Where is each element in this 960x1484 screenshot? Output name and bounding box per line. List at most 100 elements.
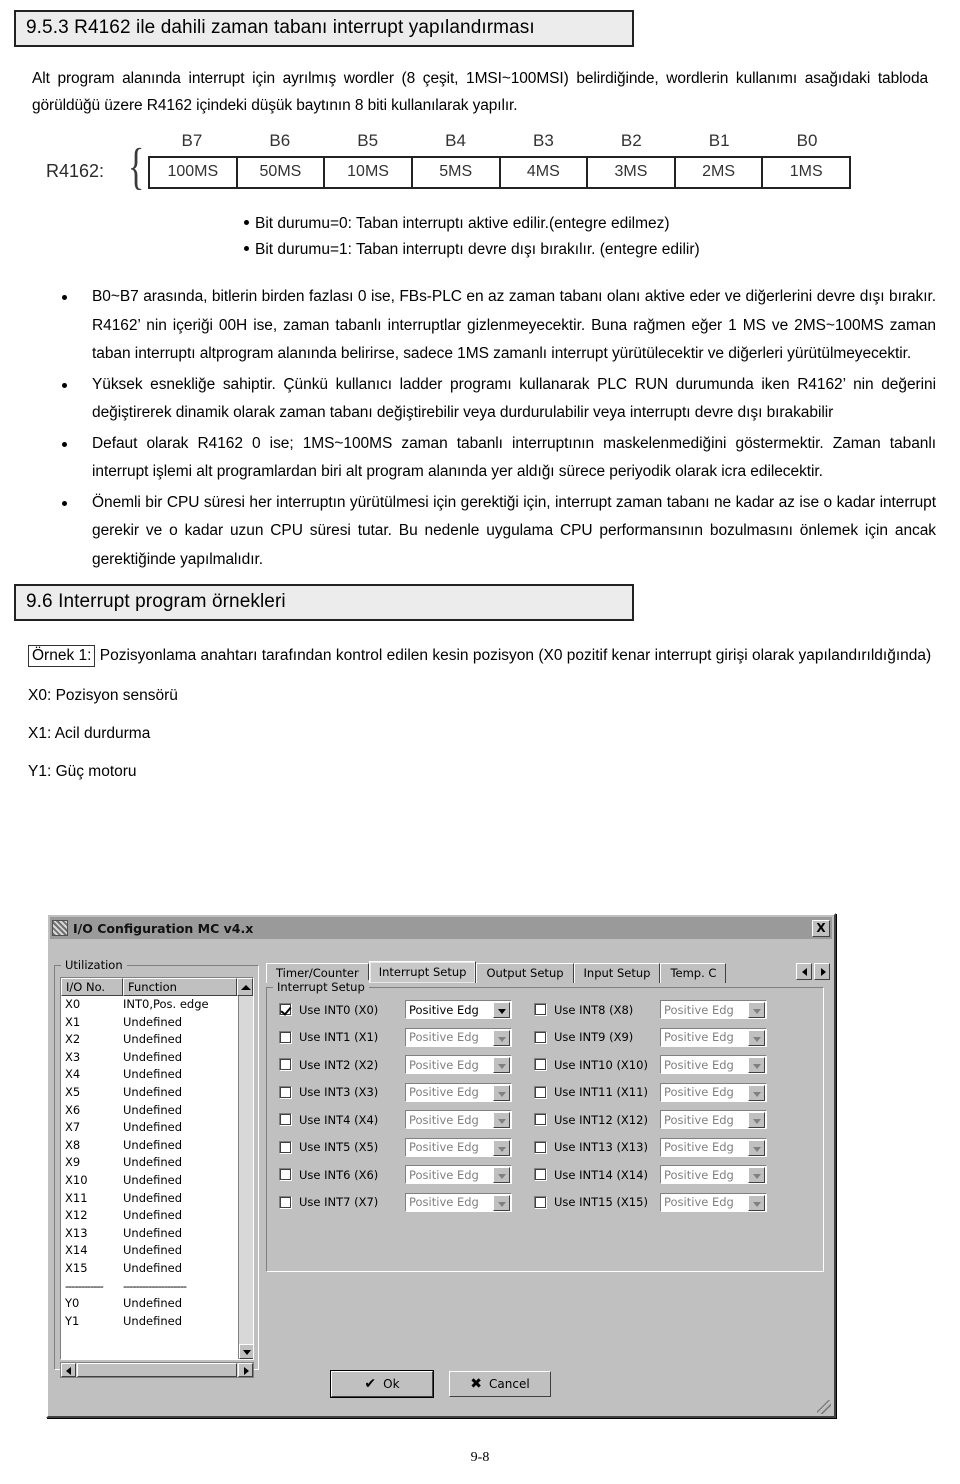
edge-select-use-int12-x12[interactable]: Positive Edg [660,1110,767,1129]
edge-select-use-int10-x10[interactable]: Positive Edg [660,1055,767,1074]
chevron-down-icon[interactable] [748,1194,765,1211]
chevron-down-icon[interactable] [493,1139,510,1156]
checkbox-use-int5-x5[interactable] [279,1140,292,1154]
table-row[interactable]: X8 Undefined [61,1137,253,1155]
checkbox-use-int0-x0[interactable] [279,1003,292,1016]
edge-select-use-int9-x9[interactable]: Positive Edg [660,1027,767,1047]
edge-select-use-int4-x4[interactable]: Positive Edg [405,1110,512,1129]
table-row[interactable]: X15 Undefined [61,1260,253,1278]
bit-label-4: B3 [533,131,554,150]
cancel-button[interactable]: ✖ Cancel [449,1371,551,1397]
checkbox-use-int13-x13[interactable] [534,1140,547,1154]
edge-select-use-int5-x5[interactable]: Positive Edg [405,1137,512,1157]
bit-value-1: 50MS [235,158,324,187]
edge-select-use-int7-x7[interactable]: Positive Edg [405,1192,512,1212]
tab-temp-c[interactable]: Temp. C [660,963,727,983]
table-row[interactable]: X2 Undefined [61,1031,253,1049]
checkbox-use-int10-x10[interactable] [534,1058,547,1071]
section-heading-9-5-3: 9.5.3 R4162 ile dahili zaman tabanı inte… [14,10,634,47]
table-row[interactable]: X12 Undefined [61,1207,253,1225]
edge-select-use-int2-x2[interactable]: Positive Edg [405,1055,512,1074]
table-row[interactable]: Y1 Undefined [61,1313,253,1331]
tab-interrupt-setup[interactable]: Interrupt Setup [368,961,477,983]
checkbox-use-int8-x8[interactable] [534,1003,547,1016]
edge-select-use-int6-x6[interactable]: Positive Edg [405,1165,512,1184]
chevron-down-icon[interactable] [748,1139,765,1156]
tab-scroll-right-icon[interactable] [814,963,830,980]
edge-select-use-int14-x14[interactable]: Positive Edg [660,1165,767,1184]
interrupt-row-right-3: Use INT11 (X11) Positive Edg [534,1082,767,1102]
cell-function: Undefined [123,1155,182,1170]
edge-select-use-int15-x15[interactable]: Positive Edg [660,1192,767,1212]
edge-select-use-int0-x0[interactable]: Positive Edg [405,1000,512,1019]
table-row[interactable]: ------------ -------------------- [61,1278,253,1296]
checkbox-use-int3-x3[interactable] [279,1085,292,1099]
chevron-down-icon[interactable] [748,1029,765,1046]
edge-select-use-int13-x13[interactable]: Positive Edg [660,1137,767,1157]
chevron-up-icon[interactable] [237,978,253,996]
edge-select-value: Positive Edg [664,1167,734,1182]
table-row[interactable]: X5 Undefined [61,1084,253,1102]
table-row[interactable]: X9 Undefined [61,1154,253,1172]
table-row[interactable]: X11 Undefined [61,1190,253,1208]
edge-select-use-int1-x1[interactable]: Positive Edg [405,1027,512,1047]
table-row[interactable]: X0 INT0,Pos. edge [61,996,253,1014]
close-icon[interactable]: X [812,919,830,937]
table-row[interactable]: X6 Undefined [61,1102,253,1120]
bit-label-5: B2 [620,131,642,150]
resize-grip-icon[interactable] [817,1400,831,1414]
table-row[interactable]: X3 Undefined [61,1049,253,1067]
chevron-down-icon[interactable] [493,1057,510,1073]
checkbox-use-int2-x2[interactable] [279,1058,292,1071]
cell-io-no: X1 [65,1014,81,1029]
checkbox-use-int9-x9[interactable] [534,1030,547,1044]
cell-function: Undefined [123,1313,182,1328]
chevron-down-icon[interactable] [748,1057,765,1073]
edge-select-use-int3-x3[interactable]: Positive Edg [405,1082,512,1102]
list-vertical-scrollbar[interactable] [238,996,253,1359]
chevron-down-icon[interactable] [748,1002,765,1018]
utilization-group: Utilization I/O No. Function X0 INT0,Pos.… [54,958,259,1378]
dialog-titlebar[interactable]: I/O Configuration MC v4.x X [50,917,832,939]
chevron-down-icon[interactable] [493,1194,510,1211]
chevron-down-icon[interactable] [748,1084,765,1101]
checkbox-use-int6-x6[interactable] [279,1168,292,1181]
chevron-down-icon[interactable] [493,1112,510,1128]
ok-button[interactable]: ✔ Ok [331,1371,433,1397]
scroll-down-icon[interactable] [239,1344,253,1359]
edge-select-use-int11-x11[interactable]: Positive Edg [660,1082,767,1102]
chevron-down-icon[interactable] [493,1002,510,1018]
tab-output-setup[interactable]: Output Setup [476,963,574,983]
chevron-down-icon[interactable] [748,1167,765,1183]
chevron-down-icon[interactable] [493,1029,510,1046]
table-row[interactable]: X14 Undefined [61,1242,253,1260]
checkbox-label: Use INT4 (X4) [299,1112,379,1127]
table-row[interactable]: X7 Undefined [61,1119,253,1137]
edge-select-use-int8-x8[interactable]: Positive Edg [660,1000,767,1019]
io-configuration-dialog[interactable]: I/O Configuration MC v4.x X Utilization … [46,913,836,1418]
cell-function: Undefined [123,1067,182,1082]
cell-function: Undefined [123,1172,182,1187]
table-row[interactable]: X10 Undefined [61,1172,253,1190]
checkbox-use-int12-x12[interactable] [534,1113,547,1126]
tab-scroll-left-icon[interactable] [796,963,812,980]
checkbox-use-int15-x15[interactable] [534,1195,547,1209]
cell-io-no: X10 [65,1172,88,1187]
tab-scroll-arrows[interactable] [796,963,830,980]
chevron-down-icon[interactable] [748,1112,765,1128]
chevron-down-icon[interactable] [493,1084,510,1101]
table-row[interactable]: Y0 Undefined [61,1295,253,1313]
checkbox-use-int11-x11[interactable] [534,1085,547,1099]
checkbox-use-int1-x1[interactable] [279,1030,292,1044]
checkbox-use-int7-x7[interactable] [279,1195,292,1209]
tab-input-setup[interactable]: Input Setup [573,963,661,983]
checkbox-use-int14-x14[interactable] [534,1168,547,1181]
example-io-lines: X0: Pozisyon sensörü X1: Acil durdurma Y1:… [14,684,946,784]
table-row[interactable]: X13 Undefined [61,1225,253,1243]
table-row[interactable]: X4 Undefined [61,1066,253,1084]
checkbox-use-int4-x4[interactable] [279,1113,292,1126]
bit-value-6: 2MS [673,158,762,187]
table-row[interactable]: X1 Undefined [61,1014,253,1032]
chevron-down-icon[interactable] [493,1167,510,1183]
utilization-list[interactable]: I/O No. Function X0 INT0,Pos. edge X1 Undef… [60,977,254,1360]
